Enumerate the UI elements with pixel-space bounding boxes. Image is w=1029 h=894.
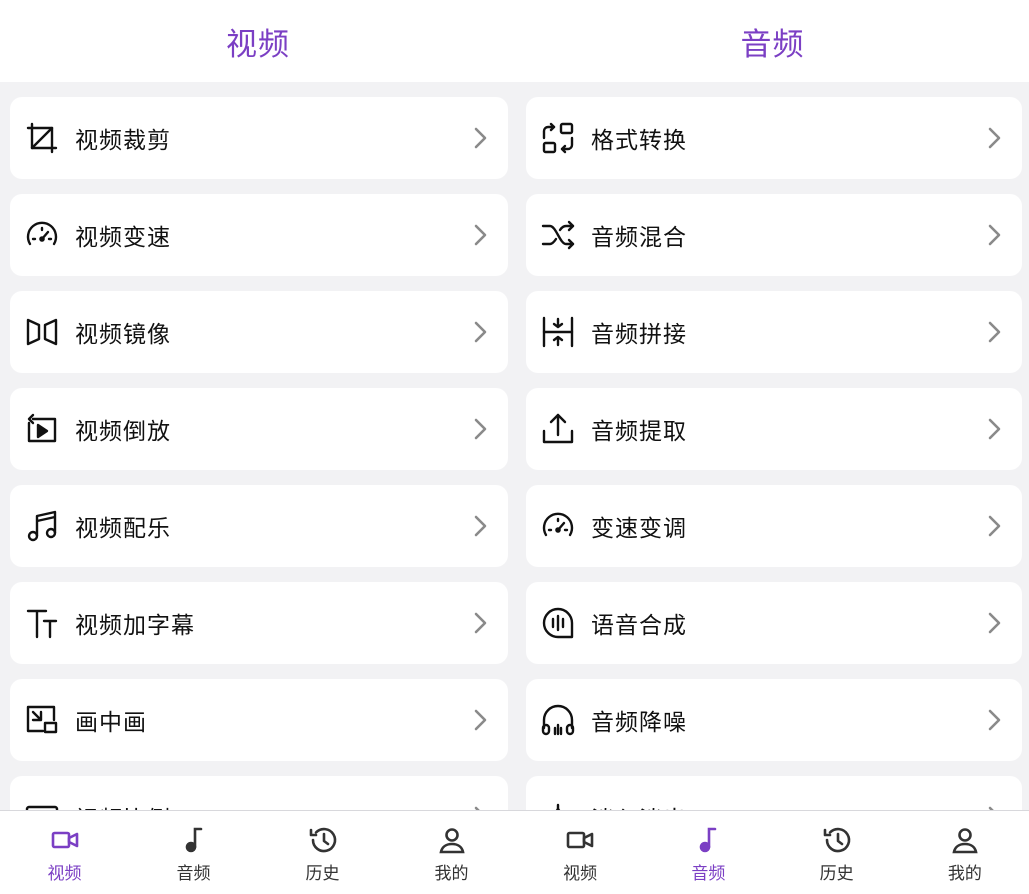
history-icon (306, 823, 340, 857)
audio-mix-item[interactable]: 音频混合 (526, 194, 1022, 276)
format-convert-icon (540, 120, 576, 156)
chevron-right-icon (470, 611, 490, 635)
tab-audio[interactable]: 音频 (644, 811, 772, 894)
chevron-right-icon (470, 320, 490, 344)
crop-icon (24, 120, 60, 156)
list-item-label: 格式转换 (591, 128, 687, 154)
video-speed-item[interactable]: 视频变速 (10, 194, 508, 276)
list-item-label: 音频拼接 (591, 322, 687, 348)
chevron-right-icon (984, 611, 1004, 635)
chevron-right-icon (984, 708, 1004, 732)
list-item-label: 画中画 (75, 710, 147, 736)
upload-icon (540, 411, 576, 447)
tab-label: 我的 (947, 864, 982, 884)
video-subtitle-item[interactable]: 视频加字幕 (10, 582, 508, 664)
tab-video[interactable]: 视频 (516, 811, 644, 894)
list-item-label: 视频裁剪 (75, 128, 171, 154)
tab-audio[interactable]: 音频 (129, 811, 258, 894)
audio-format-item[interactable]: 格式转换 (526, 97, 1022, 179)
list-item-label: 语音合成 (591, 613, 687, 639)
chevron-right-icon (470, 708, 490, 732)
speedometer-icon (24, 217, 60, 253)
tab-video[interactable]: 视频 (0, 811, 129, 894)
list-item-label: 视频倒放 (75, 419, 171, 445)
chevron-right-icon (470, 417, 490, 441)
audio-extract-item[interactable]: 音频提取 (526, 388, 1022, 470)
list-item-label: 视频镜像 (75, 322, 171, 348)
user-icon (435, 823, 469, 857)
list-item-label: 变速变调 (591, 516, 687, 542)
list-item-label: 音频提取 (591, 419, 687, 445)
video-camera-icon (48, 823, 82, 857)
bottom-tab-bar: 视频 音频 历史 我的 (516, 810, 1029, 894)
page-title: 音频 (740, 26, 805, 63)
audio-panel: 音频 格式转换 音频混合 音频拼接 音频提取 变速变调 语音合成 音频降噪 视频… (516, 0, 1029, 894)
merge-icon (540, 314, 576, 350)
user-icon (948, 823, 982, 857)
bottom-tab-bar: 视频 音频 历史 我的 (0, 810, 516, 894)
audio-pitch-item[interactable]: 变速变调 (526, 485, 1022, 567)
chevron-right-icon (470, 126, 490, 150)
tab-label: 音频 (176, 864, 211, 884)
speedometer-icon (540, 508, 576, 544)
text-size-icon (24, 605, 60, 641)
chevron-right-icon (984, 514, 1004, 538)
tab-label: 历史 (305, 864, 340, 884)
page-title: 视频 (226, 26, 290, 63)
tab-label: 我的 (434, 864, 469, 884)
music-icon (691, 823, 725, 857)
audio-tts-item[interactable]: 语音合成 (526, 582, 1022, 664)
video-tool-list: 视频裁剪 视频变速 视频镜像 视频倒放 视频配乐 视频加字幕 画中画 (10, 97, 508, 873)
reverse-play-icon (24, 411, 60, 447)
chevron-right-icon (470, 514, 490, 538)
mirror-icon (24, 314, 60, 350)
video-reverse-item[interactable]: 视频倒放 (10, 388, 508, 470)
tab-label: 视频 (47, 864, 82, 884)
history-icon (820, 823, 854, 857)
audio-merge-item[interactable]: 音频拼接 (526, 291, 1022, 373)
video-crop-item[interactable]: 视频裁剪 (10, 97, 508, 179)
video-header: 视频 (0, 0, 516, 82)
music-note-icon (24, 508, 60, 544)
music-icon (177, 823, 211, 857)
tab-label: 视频 (563, 864, 598, 884)
video-panel: 视频 视频裁剪 视频变速 视频镜像 视频倒放 视频配乐 视频加字幕 画中画 视频… (0, 0, 516, 894)
tab-history[interactable]: 历史 (258, 811, 387, 894)
tab-profile[interactable]: 我的 (901, 811, 1029, 894)
voice-synthesis-icon (540, 605, 576, 641)
video-camera-icon (563, 823, 597, 857)
list-item-label: 视频加字幕 (75, 613, 195, 639)
chevron-right-icon (470, 223, 490, 247)
video-pip-item[interactable]: 画中画 (10, 679, 508, 761)
tab-history[interactable]: 历史 (773, 811, 901, 894)
headphones-icon (540, 702, 576, 738)
picture-in-picture-icon (24, 702, 60, 738)
tab-label: 音频 (691, 864, 726, 884)
chevron-right-icon (984, 320, 1004, 344)
audio-denoise-item[interactable]: 音频降噪 (526, 679, 1022, 761)
audio-tool-list: 格式转换 音频混合 音频拼接 音频提取 变速变调 语音合成 音频降噪 (526, 97, 1022, 873)
chevron-right-icon (984, 417, 1004, 441)
video-mirror-item[interactable]: 视频镜像 (10, 291, 508, 373)
tab-profile[interactable]: 我的 (387, 811, 516, 894)
list-item-label: 视频变速 (75, 225, 171, 251)
list-item-label: 音频降噪 (591, 710, 687, 736)
chevron-right-icon (984, 126, 1004, 150)
video-music-item[interactable]: 视频配乐 (10, 485, 508, 567)
list-item-label: 视频配乐 (75, 516, 171, 542)
audio-header: 音频 (516, 0, 1029, 82)
shuffle-icon (540, 217, 576, 253)
chevron-right-icon (984, 223, 1004, 247)
tab-label: 历史 (819, 864, 854, 884)
list-item-label: 音频混合 (591, 225, 687, 251)
